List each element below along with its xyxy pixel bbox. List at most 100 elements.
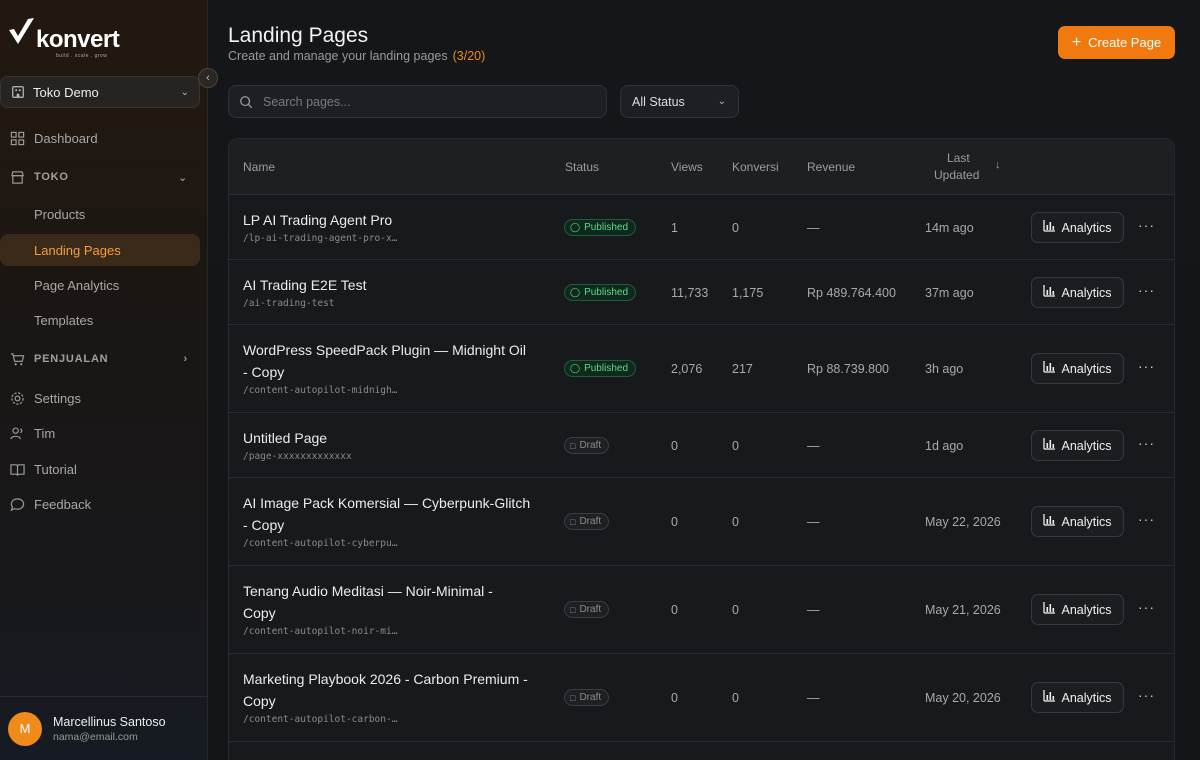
konvert-logo[interactable]: konvert build . scale . grow — [8, 16, 120, 60]
more-options-icon[interactable]: ··· — [1138, 282, 1155, 298]
more-options-icon[interactable]: ··· — [1138, 217, 1155, 233]
analytics-button[interactable]: Analytics — [1031, 430, 1124, 461]
page-name[interactable]: Untitled Page — [243, 427, 543, 449]
views-value: 1 — [671, 221, 678, 235]
updated-value: 14m ago — [925, 221, 974, 235]
gear-icon — [9, 390, 25, 406]
nav-tutorial[interactable]: Tutorial — [0, 453, 200, 485]
column-status[interactable]: Status — [565, 160, 599, 174]
page-name[interactable]: LP AI Trading Agent Pro — [243, 209, 543, 231]
page-name[interactable]: AI Trading E2E Test — [243, 274, 543, 296]
column-revenue[interactable]: Revenue — [807, 160, 855, 174]
status-badge: □ Draft — [564, 437, 610, 454]
analytics-button[interactable]: Analytics — [1031, 353, 1124, 384]
table-row[interactable]: AI Image Pack Komersial — Cyberpunk-Glit… — [229, 478, 1174, 566]
nav-settings[interactable]: Settings — [0, 382, 200, 414]
page-name-line1: AI Image Pack Komersial — Cyberpunk-Glit… — [243, 495, 531, 511]
nav-page-analytics[interactable]: Page Analytics — [0, 269, 200, 301]
views-value: 0 — [671, 515, 678, 529]
page-name-line1: Untitled Page — [243, 430, 328, 446]
analytics-button[interactable]: Analytics — [1031, 682, 1124, 713]
plus-icon: + — [1071, 33, 1082, 51]
table-row[interactable]: Untitled Page /page-xxxxxxxxxxxxx □ Draft… — [229, 413, 1174, 478]
user-profile[interactable]: M Marcellinus Santoso nama@email.com — [0, 696, 207, 760]
column-konversi[interactable]: Konversi — [732, 160, 779, 174]
avatar: M — [8, 711, 42, 746]
chevron-left-icon: ‹ — [206, 72, 210, 84]
page-name[interactable]: Tenang Audio Meditasi — Noir-Minimal - Co… — [243, 580, 543, 624]
analytics-button[interactable]: Analytics — [1031, 506, 1124, 537]
page-name[interactable]: AI Image Pack Komersial — Cyberpunk-Glit… — [243, 492, 543, 536]
konversi-value: 1,175 — [732, 286, 764, 300]
book-icon — [9, 461, 25, 477]
page-name-line2: - Copy — [243, 517, 285, 533]
status-badge: ◯ Published — [564, 219, 636, 236]
table-row[interactable]: Marketing Playbook 2026 - Carbon Premium… — [229, 654, 1174, 742]
brand-tagline: build . scale . grow — [56, 53, 108, 59]
page-name-line1: LP AI Trading Agent Pro — [243, 212, 393, 228]
views-value: 2,076 — [671, 362, 703, 376]
bar-chart-icon — [1043, 220, 1056, 235]
page-name[interactable]: Marketing Playbook 2026 - Carbon Premium… — [243, 668, 543, 712]
more-options-icon[interactable]: ··· — [1138, 687, 1155, 703]
chevron-down-icon: ⌄ — [177, 171, 188, 184]
more-options-icon[interactable]: ··· — [1138, 599, 1155, 615]
page-name-line2: Copy — [243, 693, 276, 709]
analytics-button[interactable]: Analytics — [1031, 594, 1124, 625]
more-options-icon[interactable]: ··· — [1138, 511, 1155, 527]
table-row[interactable]: LP AI Trading Agent Pro /lp-ai-trading-a… — [229, 195, 1174, 260]
collapse-sidebar-button[interactable]: ‹ — [198, 68, 218, 88]
column-last-updated-line1[interactable]: Last — [947, 151, 970, 165]
nav-dashboard[interactable]: Dashboard — [0, 122, 200, 154]
page-name[interactable]: WordPress SpeedPack Plugin — Midnight Oi… — [243, 339, 543, 383]
page-slug: /lp-ai-trading-agent-pro-x… — [243, 233, 398, 244]
globe-icon: ◯ — [570, 287, 581, 297]
column-name[interactable]: Name — [243, 160, 275, 174]
status-filter[interactable]: All Status ⌄ — [620, 85, 739, 118]
store-selector[interactable]: Toko Demo ⌄ — [0, 76, 200, 108]
search-box[interactable] — [228, 85, 607, 118]
bar-chart-icon — [1043, 361, 1056, 376]
konversi-value: 0 — [732, 221, 739, 235]
table-row[interactable]: Tenang Audio Meditasi — Noir-Minimal - Co… — [229, 566, 1174, 654]
column-last-updated-line2[interactable]: Updated — [934, 168, 979, 182]
status-badge: □ Draft — [564, 601, 610, 618]
table-row[interactable]: AI Trading E2E Test /ai-trading-test ◯ Pu… — [229, 260, 1174, 325]
page-name-line1: AI Trading E2E Test — [243, 277, 367, 293]
views-value: 0 — [671, 691, 678, 705]
status-badge: □ Draft — [564, 689, 610, 706]
revenue-value: — — [807, 691, 820, 705]
nav-section-toko[interactable]: TOKO ⌄ — [0, 161, 200, 193]
chevron-right-icon: › — [183, 353, 188, 365]
nav-settings-label: Settings — [34, 390, 81, 406]
status-badge-label: Draft — [579, 604, 602, 615]
nav-section-penjualan[interactable]: PENJUALAN › — [0, 343, 200, 375]
sidebar: konvert build . scale . grow Toko Demo ⌄… — [0, 0, 218, 760]
dashboard-icon — [9, 130, 25, 146]
nav-landing-pages[interactable]: Landing Pages — [0, 234, 200, 266]
status-badge-label: Draft — [579, 440, 602, 451]
table-header: Name Status Views Konversi Revenue Last … — [229, 139, 1174, 195]
table-row[interactable]: WordPress SpeedPack Plugin — Midnight Oi… — [229, 325, 1174, 413]
column-views[interactable]: Views — [671, 160, 703, 174]
analytics-button[interactable]: Analytics — [1031, 212, 1124, 243]
sort-desc-icon[interactable]: ↓ — [995, 159, 1001, 171]
status-badge-label: Published — [584, 222, 628, 233]
page-subtitle-text: Create and manage your landing pages — [228, 49, 448, 63]
nav-templates[interactable]: Templates — [0, 304, 200, 336]
create-page-label: Create Page — [1088, 35, 1162, 50]
status-badge: □ Draft — [564, 513, 610, 530]
nav-tim[interactable]: Tim — [0, 417, 200, 449]
create-page-button[interactable]: + Create Page — [1058, 26, 1175, 59]
page-name-line2: - Copy — [243, 364, 285, 380]
search-input[interactable] — [263, 94, 583, 109]
nav-feedback[interactable]: Feedback — [0, 488, 200, 520]
status-badge: ◯ Published — [564, 284, 636, 301]
nav-products[interactable]: Products — [0, 198, 200, 230]
analytics-button[interactable]: Analytics — [1031, 277, 1124, 308]
more-options-icon[interactable]: ··· — [1138, 435, 1155, 451]
more-options-icon[interactable]: ··· — [1138, 358, 1155, 374]
store-name: Toko Demo — [33, 84, 99, 100]
page-slug: /content-autopilot-carbon-… — [243, 714, 398, 725]
analytics-label: Analytics — [1061, 361, 1112, 376]
